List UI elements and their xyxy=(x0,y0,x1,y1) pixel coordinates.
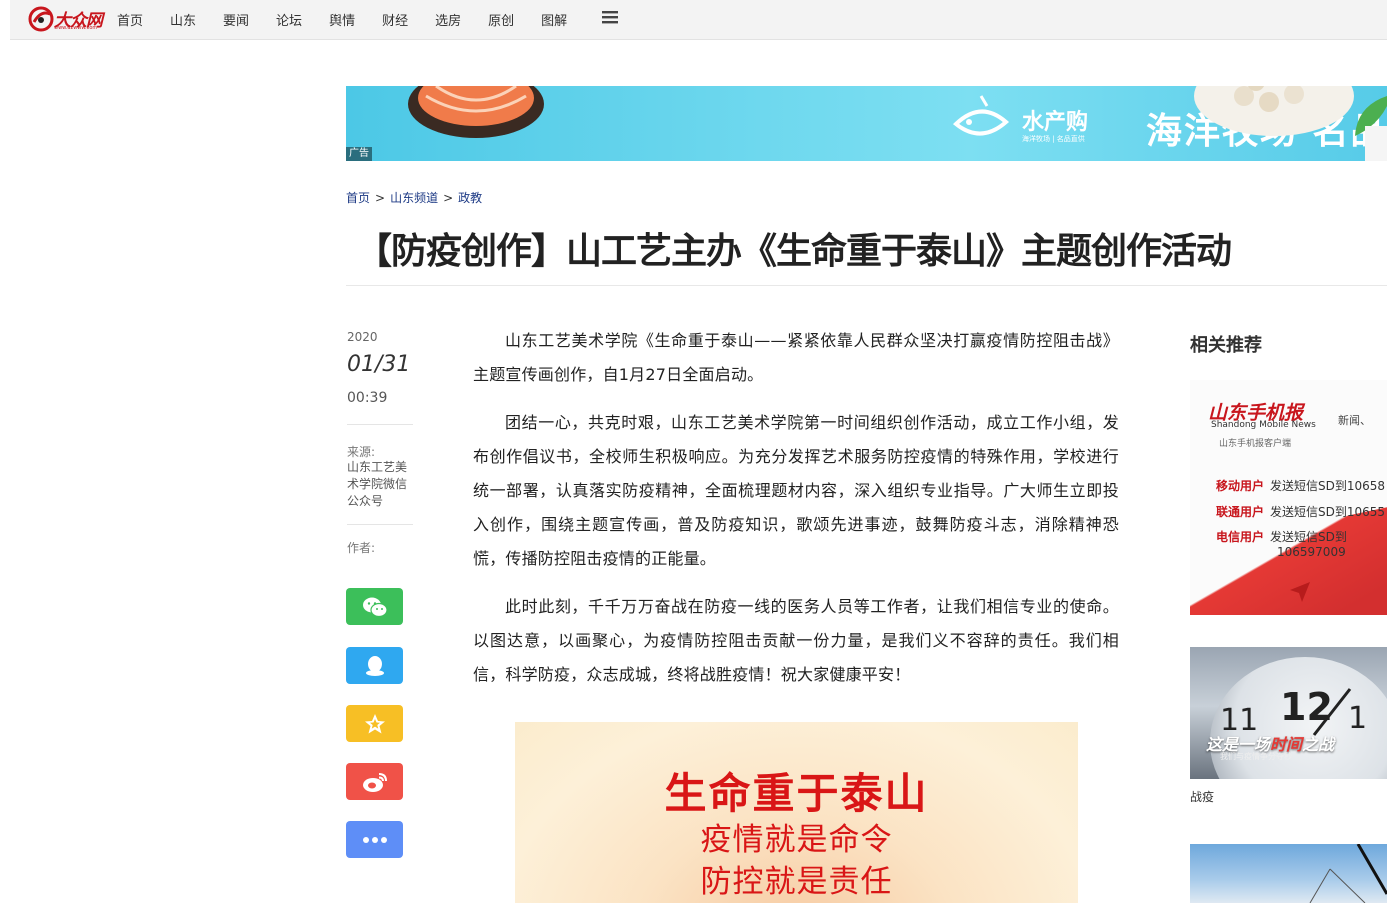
carrier-label: 联通用户 xyxy=(1216,505,1265,519)
ad-banner[interactable]: 水产购 海洋牧场 | 名品直供 海洋牧场 名品直供 广告 xyxy=(346,86,1387,161)
page-title: 【防疫创作】山工艺主办《生命重于泰山》主题创作活动 xyxy=(356,231,1232,272)
hamburger-menu-icon[interactable] xyxy=(602,9,618,25)
fish-logo-icon xyxy=(952,95,1010,136)
share-wechat-button[interactable] xyxy=(346,588,403,625)
author-label: 作者: xyxy=(347,541,376,555)
meta-divider xyxy=(347,524,413,525)
subscribe-text: 发送短信SD到 xyxy=(1270,530,1347,544)
publish-date: 01/31 xyxy=(347,352,411,377)
share-weibo-button[interactable] xyxy=(346,763,403,800)
subscribe-number: 106597009 xyxy=(1277,545,1346,559)
nav-home[interactable]: 首页 xyxy=(117,10,143,29)
breadcrumb-politics-education[interactable]: 政教 xyxy=(458,191,482,205)
article-paragraph: 此时此刻，千千万万奋战在防疫一线的医务人员等工作者，让我们相信专业的使命。以图达… xyxy=(473,597,1119,684)
ad-label: 广告 xyxy=(346,147,372,161)
related-card-mobile-news[interactable]: 山东手机报 Shandong Mobile News 山东手机报客户端 新闻、 … xyxy=(1190,380,1387,615)
related-card-label[interactable]: 战疫 xyxy=(1190,788,1214,805)
nav-news[interactable]: 要闻 xyxy=(223,10,249,29)
nav-graphics[interactable]: 图解 xyxy=(541,10,567,29)
article-poster-image: 生命重于泰山 疫情就是命令 防控就是责任 xyxy=(515,722,1078,903)
breadcrumb-shandong[interactable]: 山东频道 xyxy=(390,191,438,205)
main-nav: 首页 山东 要闻 论坛 舆情 财经 选房 原创 图解 xyxy=(117,0,594,39)
mobile-news-side-tag: 新闻、 xyxy=(1338,414,1371,427)
subscribe-row: 移动用户 发送短信SD到10658 xyxy=(1216,477,1385,494)
breadcrumb: 首页 > 山东频道 > 政教 xyxy=(346,189,482,206)
leaf-decoration-icon xyxy=(1355,96,1387,161)
poster-line-1: 疫情就是命令 xyxy=(700,822,893,858)
poster-line-2: 防控就是责任 xyxy=(700,864,893,900)
article-paragraph: 山东工艺美术学院《生命重于泰山——紧紧依靠人民群众坚决打赢疫情防控阻击战》主题宣… xyxy=(473,331,1119,384)
share-more-button[interactable] xyxy=(346,821,403,858)
qq-icon xyxy=(365,655,384,676)
subscribe-row: 联通用户 发送短信SD到10655 xyxy=(1216,503,1385,520)
source-label: 来源: xyxy=(347,445,376,459)
logo-swirl-icon xyxy=(28,6,54,32)
mobile-news-logo-en: Shandong Mobile News xyxy=(1211,420,1316,430)
share-qzone-button[interactable] xyxy=(346,705,403,742)
more-dots-icon xyxy=(362,836,387,843)
banner-brand-sub: 海洋牧场 | 名品直供 xyxy=(1022,135,1085,143)
breadcrumb-separator: > xyxy=(443,191,454,205)
subscribe-row: 电信用户 发送短信SD到 xyxy=(1216,528,1347,545)
breadcrumb-home[interactable]: 首页 xyxy=(346,191,370,205)
nav-forum[interactable]: 论坛 xyxy=(276,10,302,29)
carrier-label: 电信用户 xyxy=(1216,530,1265,544)
title-divider xyxy=(346,285,1387,286)
publish-year: 2020 xyxy=(347,330,378,344)
article-paragraph: 团结一心，共克时艰，山东工艺美术学院第一时间组织创作活动，成立工作小组，发布创作… xyxy=(473,413,1119,568)
subscribe-text: 发送短信SD到10658 xyxy=(1270,479,1386,493)
nav-finance[interactable]: 财经 xyxy=(382,10,408,29)
article-body: 山东工艺美术学院《生命重于泰山——紧紧依靠人民群众坚决打赢疫情防控阻击战》主题宣… xyxy=(473,324,1119,706)
breadcrumb-separator: > xyxy=(375,191,386,205)
related-section-title: 相关推荐 xyxy=(1190,335,1262,356)
source-value: 山东工艺美术学院微信公众号 xyxy=(347,460,408,508)
paper-plane-icon xyxy=(1290,582,1310,602)
share-qq-button[interactable] xyxy=(346,647,403,684)
banner-brand: 水产购 xyxy=(1022,110,1089,135)
related-card-time-battle[interactable]: 11 12 1 这是一场时间之战 我们与疫情争分夺秒 xyxy=(1190,647,1387,779)
crane-image xyxy=(1309,844,1387,903)
meatball-image xyxy=(1194,86,1354,136)
wechat-icon xyxy=(362,597,388,617)
mobile-news-logo-cn: 山东手机报客户端 xyxy=(1219,439,1292,449)
subscribe-text: 发送短信SD到10655 xyxy=(1270,505,1386,519)
meta-divider xyxy=(347,424,413,425)
clock-hand-icon xyxy=(1312,688,1352,736)
nav-opinion[interactable]: 舆情 xyxy=(329,10,355,29)
poster-title: 生命重于泰山 xyxy=(664,769,929,818)
related-card-third[interactable] xyxy=(1190,844,1387,903)
site-logo[interactable]: 大众网 www.dzwww.com xyxy=(28,4,106,32)
salmon-plate-image xyxy=(408,86,544,138)
carrier-label: 移动用户 xyxy=(1216,479,1265,493)
top-nav-bar: 大众网 www.dzwww.com 首页 山东 要闻 论坛 舆情 财经 选房 原… xyxy=(10,0,1387,40)
nav-original[interactable]: 原创 xyxy=(488,10,514,29)
nav-shandong[interactable]: 山东 xyxy=(170,10,196,29)
logo-domain: www.dzwww.com xyxy=(54,25,98,31)
weibo-icon xyxy=(362,772,387,792)
caption-post: 之战 xyxy=(1302,735,1335,754)
qzone-star-icon xyxy=(364,713,385,733)
publish-time: 00:39 xyxy=(347,390,388,406)
nav-housing[interactable]: 选房 xyxy=(435,10,461,29)
card-subcaption: 我们与疫情争分夺秒 xyxy=(1220,752,1292,761)
